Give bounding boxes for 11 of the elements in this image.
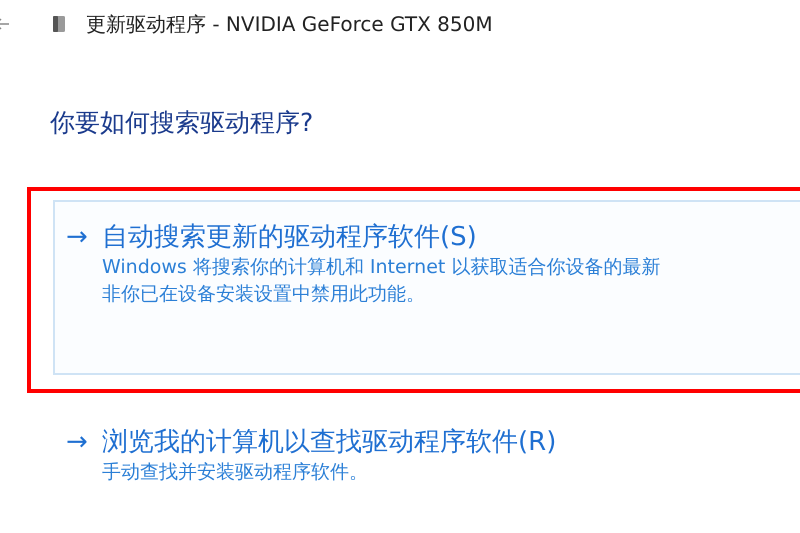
- option-description: 非你已在设备安装设置中禁用此功能。: [102, 282, 426, 307]
- option-description: Windows 将搜索你的计算机和 Internet 以获取适合你设备的最新: [102, 255, 662, 280]
- heading: 你要如何搜索驱动程序?: [50, 107, 314, 139]
- arrow-icon: →: [66, 425, 102, 459]
- option-title: 自动搜索更新的驱动程序软件(S): [102, 221, 478, 254]
- option-description: 手动查找并安装驱动程序软件。: [102, 460, 369, 485]
- window-title: 更新驱动程序 - NVIDIA GeForce GTX 850M: [86, 10, 493, 38]
- option-card[interactable]: → 自动搜索更新的驱动程序软件(S) Windows 将搜索你的计算机和 Internet 以获取适合你设备的最新 非你已在设备安装设置中禁用此功能。: [53, 200, 800, 375]
- device-icon: [51, 14, 67, 34]
- option-title: 浏览我的计算机以查找驱动程序软件(R): [102, 426, 558, 459]
- arrow-icon: →: [66, 220, 102, 254]
